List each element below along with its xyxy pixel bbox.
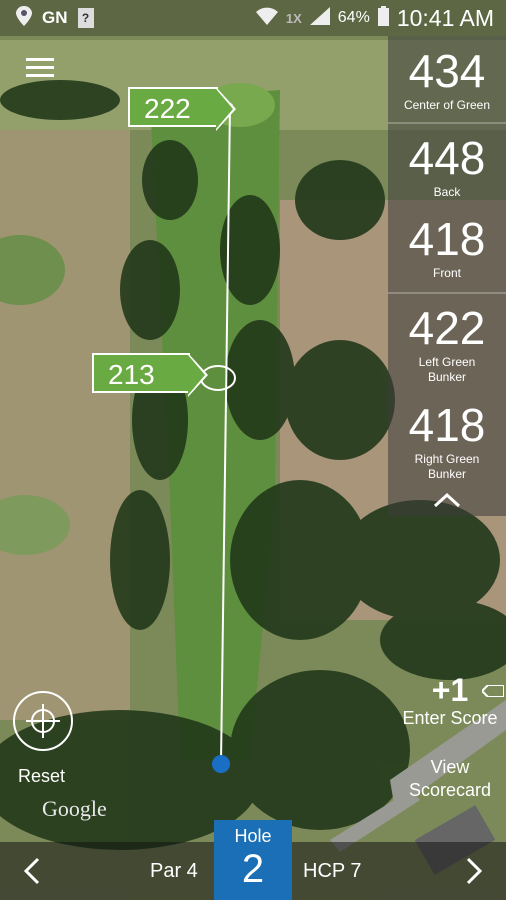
previous-hole-button[interactable] [20,856,44,886]
ball-position-marker [212,755,230,773]
distance-value: 448 [408,132,486,184]
distance-label: Right Green Bunker [414,452,480,481]
collapse-panel-button[interactable] [432,490,462,510]
crosshair-icon [13,691,73,751]
battery-icon [377,5,389,31]
clock: 10:41 AM [396,4,494,31]
distance-value: 434 [408,45,486,97]
distance-back[interactable]: 448 Back [388,135,506,200]
target-distance-value: 222 [144,93,191,124]
panel-divider [388,122,506,124]
distance-label: Front [432,266,461,280]
network-speed-label: 1X [285,10,302,26]
distance-value: 422 [408,302,486,354]
distance-value: 418 [408,399,486,451]
distance-left-green-bunker[interactable]: 422 Left Green Bunker [388,305,506,385]
reset-button[interactable] [12,690,74,757]
google-logo: Google [42,796,107,821]
view-scorecard-button[interactable]: View Scorecard [394,756,506,802]
menu-button[interactable] [26,58,54,80]
panel-divider [388,292,506,294]
cursor-distance-flag: 213 [92,353,208,397]
distance-center-of-green[interactable]: 434 Center of Green [388,48,506,113]
hole-label: Hole [234,826,272,846]
enter-score-label: Enter Score [402,708,498,728]
signal-icon [309,6,330,30]
distance-label: Center of Green [403,98,491,112]
view-label: View [430,757,470,777]
hole-number: 2 [241,847,265,891]
next-hole-button[interactable] [462,856,486,886]
reset-label: Reset [18,766,66,786]
target-distance-flag: 222 [128,87,236,131]
hole-indicator: Hole 2 [214,820,292,900]
distance-front[interactable]: 418 Front [388,216,506,281]
chevron-up-icon [433,492,461,508]
distance-right-green-bunker[interactable]: 418 Right Green Bunker [388,402,506,482]
chevron-right-icon [466,857,483,885]
distance-label: Back [433,185,461,199]
handicap-label: HCP 7 [303,860,362,882]
scorecard-label: Scorecard [408,780,492,800]
cursor-distance-value: 213 [108,359,155,390]
wifi-icon [255,7,278,30]
hamburger-icon [26,58,54,77]
chevron-left-icon [23,857,40,885]
distance-value: 418 [408,213,486,265]
sim-card-icon: ? [77,8,94,28]
carrier-label: GN [42,8,68,27]
status-bar: GN ? 1X 64% 10:41 AM [0,0,506,36]
pencil-icon [480,684,505,702]
distance-label: Left Green Bunker [418,355,476,384]
par-label: Par 4 [150,860,198,882]
location-icon [16,5,32,31]
battery-percent: 64% [337,9,370,26]
